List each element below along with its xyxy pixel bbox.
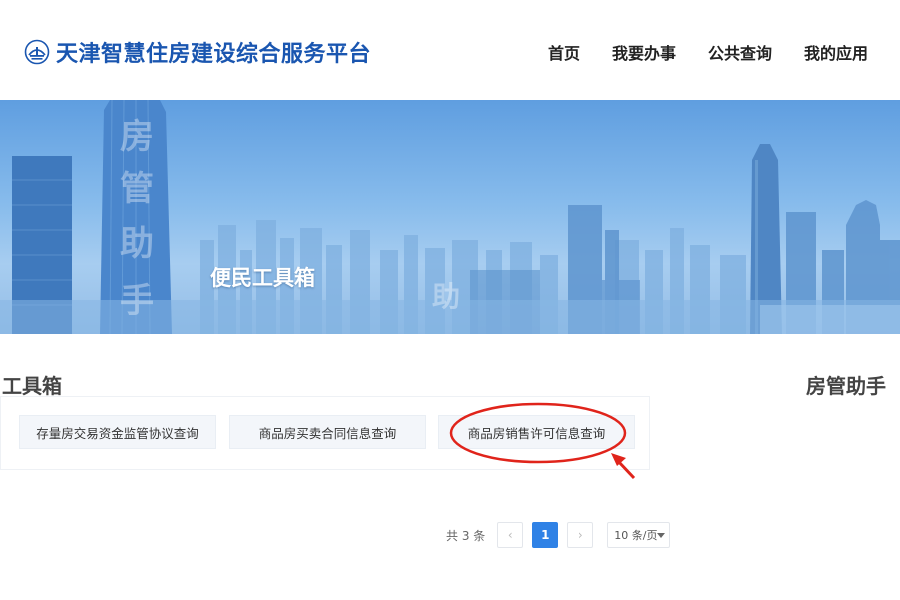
nav-my-apps[interactable]: 我的应用 — [804, 40, 868, 64]
next-page-button[interactable]: › — [567, 522, 594, 548]
tool-sales-permit-query[interactable]: 商品房销售许可信息查询 — [438, 415, 635, 449]
assistant-section-title: 房管助手 — [806, 374, 886, 398]
chevron-right-icon: › — [577, 528, 583, 542]
nav-home[interactable]: 首页 — [548, 40, 580, 64]
tool-escrow-agreement-query[interactable]: 存量房交易资金监管协议查询 — [19, 415, 216, 449]
page-size-select[interactable]: 10 条/页 — [607, 522, 671, 548]
page-size-value: 10 条/页 — [614, 529, 658, 542]
page-number-current[interactable]: 1 — [532, 522, 559, 548]
chevron-left-icon: ‹ — [507, 528, 513, 542]
tool-sales-contract-query[interactable]: 商品房买卖合同信息查询 — [229, 415, 426, 449]
watermark-char-3: 助 — [120, 224, 154, 264]
pagination: 共 3 条 ‹ 1 › 10 条/页 — [446, 522, 671, 548]
total-count: 共 3 条 — [446, 528, 486, 543]
watermark-char-5: 助 — [432, 280, 460, 313]
prev-page-button[interactable]: ‹ — [497, 522, 524, 548]
main-nav: 首页 我要办事 公共查询 我的应用 — [548, 40, 868, 64]
banner-title: 便民工具箱 — [210, 266, 315, 290]
hero-banner: 房 管 助 手 助 便民工具箱 — [0, 100, 900, 334]
caret-down-icon — [657, 532, 666, 538]
site-title: 天津智慧住房建设综合服务平台 — [56, 42, 372, 67]
logo-icon — [24, 39, 50, 65]
site-header: 天津智慧住房建设综合服务平台 首页 我要办事 公共查询 我的应用 — [0, 0, 900, 100]
logo[interactable]: 天津智慧住房建设综合服务平台 — [24, 36, 371, 68]
watermark-char-4: 手 — [120, 281, 154, 321]
nav-public-query[interactable]: 公共查询 — [708, 40, 772, 64]
nav-services[interactable]: 我要办事 — [612, 40, 676, 64]
toolbox-panel: 存量房交易资金监管协议查询 商品房买卖合同信息查询 商品房销售许可信息查询 — [0, 396, 650, 470]
city-skyline-image: 房 管 助 手 助 — [0, 100, 900, 334]
watermark-char-2: 管 — [120, 169, 154, 209]
toolbox-section-title: 工具箱 — [2, 374, 62, 398]
watermark-char-1: 房 — [120, 117, 154, 157]
